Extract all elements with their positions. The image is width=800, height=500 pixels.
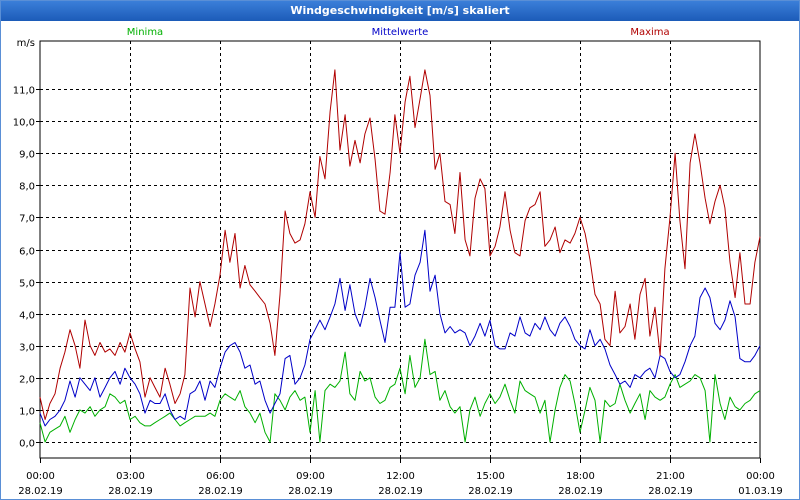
x-tick-label-date: 28.02.19 xyxy=(558,486,603,497)
legend-entry-minima: Minima xyxy=(127,27,163,38)
grid xyxy=(40,41,760,458)
x-tick-label-time: 06:00 xyxy=(206,471,235,482)
x-tick-label-date: 28.02.19 xyxy=(378,486,423,497)
chart-canvas: 0,0 1,0 2,0 3,0 4,0 5,0 6,0 7,0 8,0 9,0 10,0 11,0 m/… xyxy=(13,27,783,497)
y-tick-label: 2,0 xyxy=(19,375,35,386)
x-tick-label-date: 28.02.19 xyxy=(288,486,333,497)
x-tick-label-time: 12:00 xyxy=(386,471,415,482)
y-tick-label: 7,0 xyxy=(19,214,35,225)
y-tick-label: 5,0 xyxy=(19,279,35,290)
x-tick-label-time: 00:00 xyxy=(746,471,775,482)
y-tick-label: 11,0 xyxy=(13,86,35,97)
legend: Minima Mittelwerte Maxima xyxy=(127,27,670,38)
x-tick-label-time: 09:00 xyxy=(296,471,325,482)
y-tick-label: 3,0 xyxy=(19,343,35,354)
x-tick-label-date: 01.03.19 xyxy=(738,486,783,497)
x-tick-label-date: 28.02.19 xyxy=(198,486,243,497)
y-tick-label: 1,0 xyxy=(19,407,35,418)
legend-entry-mittelwerte: Mittelwerte xyxy=(372,27,429,38)
y-tick-label: 6,0 xyxy=(19,247,35,258)
x-tick-label-time: 00:00 xyxy=(26,471,55,482)
x-tick-label-date: 28.02.19 xyxy=(648,486,693,497)
x-tick-label-time: 18:00 xyxy=(566,471,595,482)
x-tick-label-date: 28.02.19 xyxy=(108,486,153,497)
y-tick-label: 10,0 xyxy=(13,118,35,129)
x-tick-label-time: 21:00 xyxy=(656,471,685,482)
legend-entry-maxima: Maxima xyxy=(630,27,669,38)
x-tick-label-date: 28.02.19 xyxy=(18,486,63,497)
axes: 0,0 1,0 2,0 3,0 4,0 5,0 6,0 7,0 8,0 9,0 10,0 11,0 m/… xyxy=(13,38,783,497)
y-tick-label: 8,0 xyxy=(19,182,35,193)
y-tick-label: 4,0 xyxy=(19,311,35,322)
x-tick-label-date: 28.02.19 xyxy=(468,486,513,497)
x-tick-label-time: 15:00 xyxy=(476,471,505,482)
x-tick-label-time: 03:00 xyxy=(116,471,145,482)
y-axis-label: m/s xyxy=(17,38,35,49)
y-tick-label: 0,0 xyxy=(19,439,35,450)
y-tick-label: 9,0 xyxy=(19,150,35,161)
